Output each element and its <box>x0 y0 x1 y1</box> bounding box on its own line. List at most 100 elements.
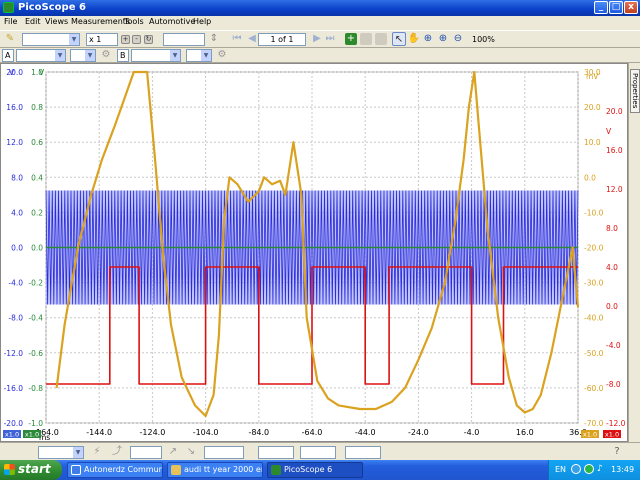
axis-c-scale-badge: x1.0 <box>583 431 597 439</box>
task-label: PicoScope 6 <box>284 465 333 474</box>
axis-d-tick-label: 8.0 <box>606 224 618 233</box>
properties-panel-tab[interactable]: Properties <box>628 63 640 442</box>
task-autonerdz[interactable]: Autonerdz Communit... <box>67 462 163 478</box>
axis-a-tick-label: -12.0 <box>4 349 24 358</box>
x-tick-label: -104.0 <box>193 428 219 437</box>
axis-d-tick-label: 0.0 <box>606 302 618 311</box>
zoom-minus-button[interactable]: - <box>132 35 141 44</box>
axis-c-tick-label: -10.0 <box>584 208 604 217</box>
properties-tab-label[interactable]: Properties <box>630 69 640 113</box>
axis-d-tick-label: 12.0 <box>606 185 623 194</box>
rising-edge-icon[interactable]: ↗ <box>166 445 180 459</box>
pointer-icon[interactable]: ↖ <box>392 32 406 46</box>
network-icon[interactable] <box>571 464 581 474</box>
language-indicator[interactable]: EN <box>555 465 566 474</box>
buffer-position[interactable]: 1 of 1 <box>258 33 306 46</box>
axis-b-tick-label: 0.8 <box>31 103 43 112</box>
chevron-down-icon: ▼ <box>73 447 83 458</box>
zoom-level[interactable]: 100% <box>472 35 495 44</box>
axis-d-tick-label: 16.0 <box>606 146 623 155</box>
trigger-hold-input[interactable] <box>345 446 381 459</box>
channel-b-range-select[interactable]: ▼ <box>131 49 181 62</box>
axis-c-tick-label: -60.0 <box>584 384 604 393</box>
zoom-in-icon[interactable]: ⊕ <box>436 32 450 46</box>
windows-taskbar: start Autonerdz Communit... audi tt year… <box>0 460 640 480</box>
trigger-delay-input[interactable] <box>300 446 336 459</box>
channel-toolbar: A ▼ ▼ ⚙ B ▼ ▼ ⚙ <box>0 48 640 63</box>
trigger-source-select[interactable] <box>130 446 162 459</box>
pre-trigger-input[interactable] <box>258 446 294 459</box>
axis-a-tick-label: 4.0 <box>11 208 23 217</box>
menu-views[interactable]: Views <box>45 17 68 26</box>
menu-tools[interactable]: Tools <box>124 17 144 26</box>
help-icon[interactable]: ? <box>610 445 624 459</box>
trigger-icon[interactable]: ⚡ <box>90 445 104 459</box>
channel-b-options-icon[interactable]: ⚙ <box>215 48 229 62</box>
x-tick-label: -44.0 <box>355 428 376 437</box>
zoom-icon[interactable]: ⊕ <box>421 32 435 46</box>
axis-c-tick-label: -50.0 <box>584 349 604 358</box>
zoom-reset-button[interactable]: ↻ <box>144 35 153 44</box>
first-buffer-icon[interactable]: ⏮ <box>230 32 244 46</box>
picoscope-app-icon <box>3 2 14 13</box>
system-tray: EN ♪ 13:49 <box>548 460 640 480</box>
security-icon[interactable] <box>584 464 594 474</box>
picoscope-task-icon <box>271 465 281 475</box>
task-picoscope[interactable]: PicoScope 6 <box>267 462 363 478</box>
channel-a-range-select[interactable]: ▼ <box>16 49 66 62</box>
prev-buffer-icon[interactable]: ◀ <box>245 32 259 46</box>
axis-b-scale-badge: x1.0 <box>25 431 39 439</box>
settings-spinner-icon[interactable]: ⇕ <box>207 32 221 46</box>
channel-a-options-icon[interactable]: ⚙ <box>99 48 113 62</box>
channel-a-button[interactable]: A <box>2 49 14 62</box>
axis-a-unit: V <box>9 68 15 77</box>
start-button[interactable]: start <box>0 460 62 480</box>
minimize-button[interactable]: _ <box>594 1 608 14</box>
picoscope-window: PicoScope 6 _ □ x File Edit Views Measur… <box>0 0 640 480</box>
zoom-multiplier-select[interactable]: x 1 <box>86 33 118 46</box>
chevron-down-icon: ▼ <box>85 50 95 61</box>
menu-help[interactable]: Help <box>193 17 211 26</box>
pencil-icon[interactable]: ✎ <box>3 32 17 46</box>
last-buffer-icon[interactable]: ⏭ <box>323 32 337 46</box>
task-label: Autonerdz Communit... <box>84 465 162 474</box>
channel-b-coupling-select[interactable]: ▼ <box>186 49 212 62</box>
menu-automotive[interactable]: Automotive <box>149 17 195 26</box>
close-button[interactable]: x <box>624 1 638 14</box>
title-bar[interactable]: PicoScope 6 _ □ x <box>0 0 640 16</box>
axis-b-tick-label: 0.4 <box>31 173 43 182</box>
timebase-select[interactable]: ▼ <box>22 33 80 46</box>
maximize-button[interactable]: □ <box>609 1 623 14</box>
view-icon-2[interactable] <box>375 33 387 45</box>
axis-c-tick-label: -30.0 <box>584 279 604 288</box>
menu-edit[interactable]: Edit <box>25 17 41 26</box>
channel-a-coupling-select[interactable]: ▼ <box>70 49 96 62</box>
axis-c-tick-label: -20.0 <box>584 244 604 253</box>
axis-c-tick-label: 10.0 <box>584 138 601 147</box>
view-icon-1[interactable] <box>360 33 372 45</box>
scope-view[interactable]: -164.0 -144.0 -124.0 -104.0 -84.0 -64.0 -44.0-… <box>0 63 628 442</box>
add-view-icon[interactable]: + <box>345 33 357 45</box>
axis-d-tick-label: 4.0 <box>606 263 618 272</box>
next-buffer-icon[interactable]: ▶ <box>310 32 324 46</box>
axis-d-tick-label: -12.0 <box>606 419 626 428</box>
axis-b-tick-label: 0.2 <box>31 208 43 217</box>
chevron-down-icon: ▼ <box>55 50 65 61</box>
task-folder[interactable]: audi tt year 2000 eng... <box>167 462 263 478</box>
trigger-mode-select[interactable]: ▼ <box>38 446 84 459</box>
axis-a-tick-label: 16.0 <box>6 103 23 112</box>
scope-chart[interactable]: -164.0 -144.0 -124.0 -104.0 -84.0 -64.0 -44.0-… <box>1 64 627 442</box>
zoom-plus-button[interactable]: + <box>121 35 130 44</box>
axis-b-tick-label: -0.6 <box>28 349 43 358</box>
trigger-edge-icon[interactable]: ⤴ <box>110 445 124 459</box>
channel-b-button[interactable]: B <box>117 49 129 62</box>
hand-icon[interactable]: ✋ <box>407 32 421 46</box>
menu-measurements[interactable]: Measurements <box>71 17 130 26</box>
zoom-out-icon[interactable]: ⊖ <box>451 32 465 46</box>
volume-icon[interactable]: ♪ <box>597 464 603 474</box>
falling-edge-icon[interactable]: ↘ <box>184 445 198 459</box>
x-tick-label: -64.0 <box>302 428 323 437</box>
menu-file[interactable]: File <box>4 17 17 26</box>
samples-select[interactable] <box>163 33 205 46</box>
trigger-threshold-input[interactable] <box>204 446 244 459</box>
